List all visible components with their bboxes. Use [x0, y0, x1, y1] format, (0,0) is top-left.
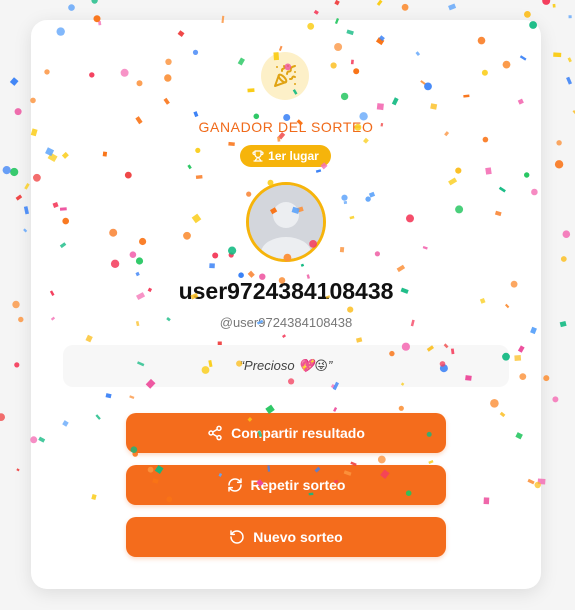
confetti-piece	[23, 206, 30, 215]
winner-card: GANADOR DEL SORTEO 1er lugar user9724384…	[31, 20, 541, 589]
confetti-piece	[10, 167, 19, 177]
share-result-label: Compartir resultado	[231, 425, 365, 441]
confetti-piece	[14, 362, 20, 368]
place-badge-label: 1er lugar	[268, 149, 319, 163]
refresh-icon	[227, 478, 242, 492]
confetti-piece	[334, 0, 340, 6]
confetti-piece	[568, 15, 572, 19]
confetti-piece	[552, 396, 559, 403]
confetti-piece	[542, 0, 551, 5]
confetti-piece	[376, 0, 383, 6]
confetti-piece	[18, 316, 24, 323]
confetti-piece	[68, 4, 75, 11]
repeat-draw-label: Repetir sorteo	[250, 477, 346, 493]
confetti-piece	[553, 52, 562, 58]
confetti-piece	[401, 3, 409, 11]
winning-comment-box: “Precioso 💖😜”	[63, 345, 509, 387]
confetti-piece	[552, 3, 556, 8]
confetti-piece	[14, 108, 22, 116]
confetti-piece	[562, 230, 571, 238]
confetti-piece	[448, 3, 457, 11]
confetti-piece	[567, 57, 572, 63]
new-draw-label: Nuevo sorteo	[253, 529, 343, 545]
confetti-piece	[554, 160, 564, 169]
confetti-piece	[560, 256, 567, 262]
confetti-piece	[24, 183, 30, 190]
confetti-piece	[543, 375, 550, 382]
share-icon	[208, 425, 222, 441]
confetti-piece	[559, 320, 567, 328]
avatar	[246, 182, 326, 262]
winner-username: user9724384108438	[178, 278, 394, 304]
confetti-piece	[313, 9, 319, 15]
share-result-button[interactable]: Compartir resultado	[126, 413, 446, 453]
confetti-piece	[9, 77, 19, 86]
confetti-piece	[556, 140, 562, 146]
winner-title: GANADOR DEL SORTEO	[198, 119, 374, 135]
winner-handle: @user9724384108438	[219, 315, 353, 330]
confetti-piece	[16, 468, 20, 472]
confetti-piece	[23, 228, 28, 233]
trophy-icon	[252, 150, 264, 162]
winning-comment-text: “Precioso 💖😜”	[239, 358, 333, 373]
new-draw-button[interactable]: Nuevo sorteo	[126, 517, 446, 557]
rotate-ccw-icon	[230, 530, 244, 544]
confetti-piece	[12, 300, 20, 309]
giveaway-result-screen: GANADOR DEL SORTEO 1er lugar user9724384…	[0, 0, 575, 610]
confetti-piece	[15, 194, 23, 201]
user-placeholder-icon	[249, 185, 323, 259]
confetti-piece	[2, 166, 11, 175]
repeat-draw-button[interactable]: Repetir sorteo	[126, 465, 446, 505]
party-popper-icon	[274, 65, 297, 87]
confetti-piece	[91, 0, 98, 4]
party-popper-badge	[261, 52, 309, 100]
confetti-piece	[524, 11, 531, 18]
confetti-piece	[566, 76, 573, 85]
confetti-piece	[0, 413, 5, 421]
place-badge: 1er lugar	[240, 145, 331, 167]
